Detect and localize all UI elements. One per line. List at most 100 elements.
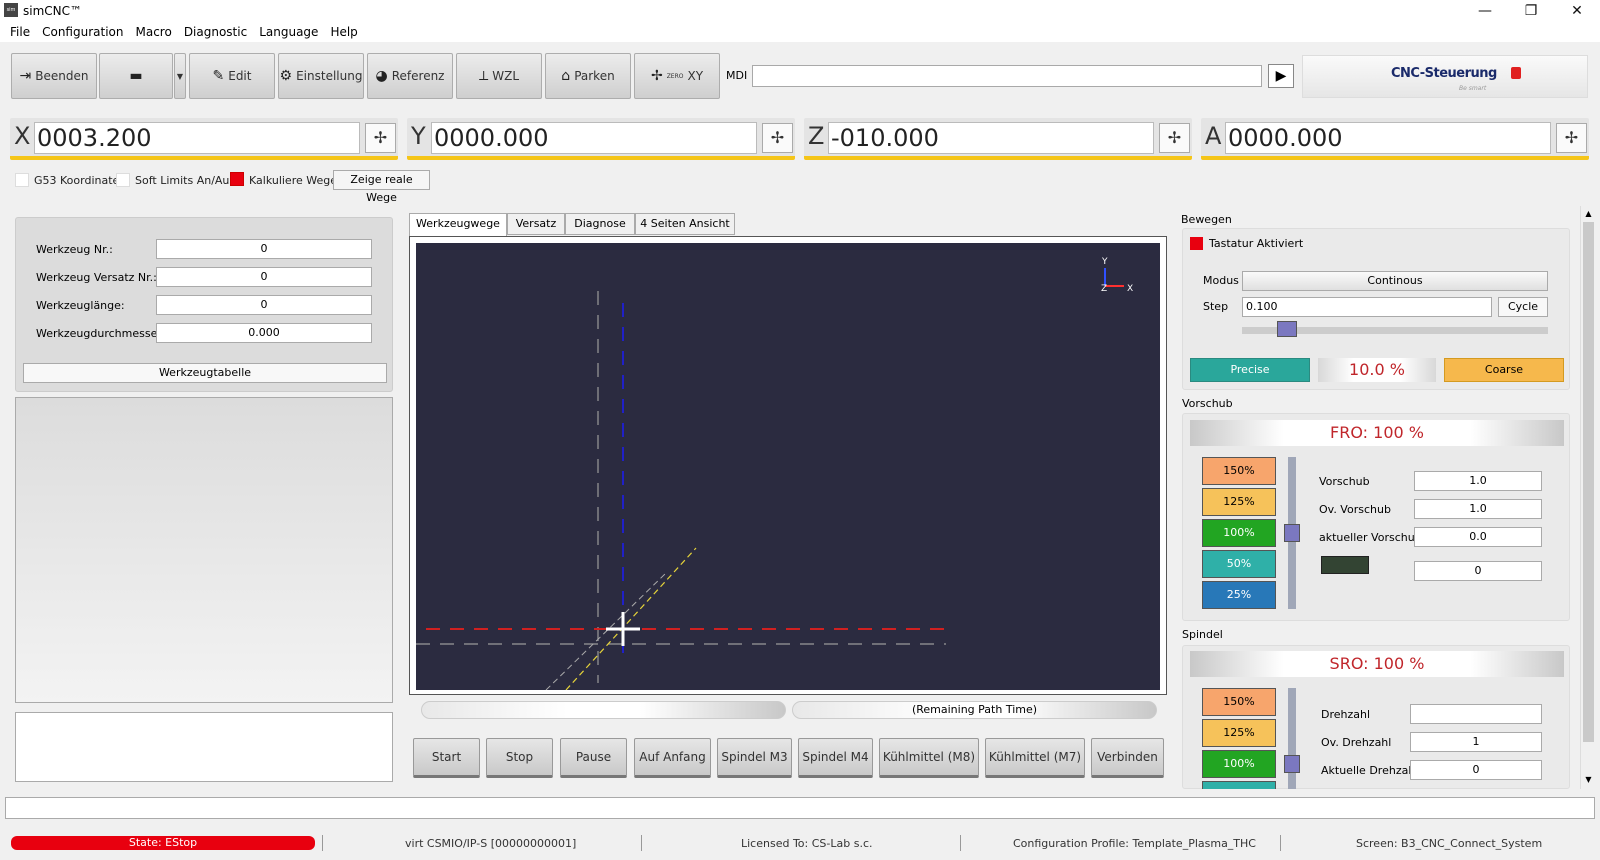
zero-z-button[interactable]: ✢	[1159, 123, 1190, 153]
tab-werkzeugwege[interactable]: Werkzeugwege	[409, 213, 507, 237]
zero-a-button[interactable]: ✢	[1556, 123, 1587, 153]
mdi-run-button[interactable]: ▶	[1268, 64, 1294, 88]
rpm-field[interactable]	[1410, 704, 1542, 724]
spindel-m4-button[interactable]: Spindel M4	[798, 738, 873, 778]
axis-x-dro: X 0003.200 ✢	[10, 118, 398, 160]
fro-slider-handle[interactable]	[1284, 524, 1300, 542]
modus-select[interactable]: Continous	[1242, 271, 1548, 291]
start-button[interactable]: Start	[413, 738, 480, 778]
tab-diagnose[interactable]: Diagnose	[565, 213, 635, 235]
sro-150-button[interactable]: 150%	[1202, 688, 1276, 716]
state-indicator: State: EStop	[11, 836, 315, 850]
tool-panel: Werkzeug Nr.: 0 Werkzeug Versatz Nr.: 0 …	[15, 217, 393, 392]
stop-button[interactable]: Stop	[486, 738, 553, 778]
edit-button[interactable]: ✎ Edit	[189, 53, 275, 99]
sro-slider-track[interactable]	[1288, 688, 1296, 789]
feed-label: Vorschub	[1319, 475, 1370, 488]
minimize-button[interactable]: —	[1462, 0, 1508, 22]
fro-125-button[interactable]: 125%	[1202, 488, 1276, 516]
menu-configuration[interactable]: Configuration	[36, 22, 129, 40]
sro-slider-handle[interactable]	[1284, 755, 1300, 773]
modus-label: Modus	[1203, 274, 1239, 287]
mdi-input[interactable]	[752, 65, 1262, 87]
feed-extra-field[interactable]: 0	[1414, 561, 1542, 581]
app-logo: sim CNC	[4, 3, 18, 27]
menu-macro[interactable]: Macro	[129, 22, 177, 40]
einstellung-button[interactable]: ⚙ Einstellung	[278, 53, 364, 99]
keyboard-active-indicator[interactable]	[1190, 237, 1203, 250]
fro-100-button[interactable]: 100%	[1202, 519, 1276, 547]
edit-icon: ✎	[212, 68, 225, 84]
wzl-button[interactable]: ⟂ WZL	[456, 53, 542, 99]
menu-file[interactable]: File	[4, 22, 36, 40]
sro-125-button[interactable]: 125%	[1202, 719, 1276, 747]
pause-button[interactable]: Pause	[560, 738, 627, 778]
toolbox-button[interactable]: ▬	[99, 53, 173, 99]
auf-anfang-button[interactable]: Auf Anfang	[634, 738, 711, 778]
scroll-down-icon[interactable]: ▼	[1582, 774, 1595, 786]
axis-letter: Z	[808, 122, 825, 150]
status-separator	[641, 835, 642, 851]
sro-50-button-partial[interactable]	[1202, 781, 1276, 789]
menu-help[interactable]: Help	[324, 22, 363, 40]
device-status: virt CSMIO/IP-S [00000000001]	[405, 837, 577, 850]
logo-text: CNC-Steuerung	[1391, 66, 1497, 81]
calc-paths-checkbox[interactable]	[230, 172, 244, 186]
tool-number-field[interactable]: 0	[156, 239, 372, 259]
axis-z-dro: Z -010.000 ✢	[804, 118, 1192, 160]
axis-y-value[interactable]: 0000.000	[431, 122, 757, 154]
axis-a-value[interactable]: 0000.000	[1225, 122, 1551, 154]
tool-offset-field[interactable]: 0	[156, 267, 372, 287]
scrollbar-thumb[interactable]	[1583, 222, 1594, 742]
zero-axis-icon: ✢	[373, 128, 388, 147]
toolpath-viewport-frame: Y Z X	[409, 236, 1167, 695]
ov-feed-field[interactable]: 1.0	[1414, 499, 1542, 519]
ov-rpm-field[interactable]: 1	[1410, 732, 1542, 752]
show-real-paths-button[interactable]: Zeige reale Wege	[333, 170, 430, 204]
tool-length-field[interactable]: 0	[156, 295, 372, 315]
fro-50-button[interactable]: 50%	[1202, 550, 1276, 578]
menu-diagnostic[interactable]: Diagnostic	[178, 22, 253, 40]
soft-limits-checkbox[interactable]	[116, 173, 130, 187]
zero-y-button[interactable]: ✢	[762, 123, 793, 153]
tool-diameter-field[interactable]: 0.000	[156, 323, 372, 343]
feed-field[interactable]: 1.0	[1414, 471, 1542, 491]
gizmo-z-label: Z	[1101, 284, 1107, 294]
referenz-button[interactable]: ◕ Referenz	[367, 53, 453, 99]
fro-150-button[interactable]: 150%	[1202, 457, 1276, 485]
axis-z-value[interactable]: -010.000	[828, 122, 1154, 154]
precise-button[interactable]: Precise	[1190, 358, 1310, 382]
tool-table-button[interactable]: Werkzeugtabelle	[23, 363, 387, 383]
g53-checkbox[interactable]	[15, 173, 29, 187]
right-panel-scrollbar[interactable]: ▲ ▼	[1580, 206, 1596, 789]
verbinden-button[interactable]: Verbinden	[1091, 738, 1164, 778]
step-input[interactable]: 0.100	[1242, 297, 1492, 317]
parken-button[interactable]: ⌂ Parken	[545, 53, 631, 99]
tab-versatz[interactable]: Versatz	[507, 213, 565, 235]
axis-x-value[interactable]: 0003.200	[34, 122, 360, 154]
zero-x-button[interactable]: ✢	[365, 123, 396, 153]
tab-4-seiten-ansicht[interactable]: 4 Seiten Ansicht	[635, 213, 735, 235]
kuehlmittel-m7-button[interactable]: Kühlmittel (M7)	[985, 738, 1085, 778]
fro-25-button[interactable]: 25%	[1202, 581, 1276, 609]
beenden-button[interactable]: ⇥ Beenden	[11, 53, 97, 99]
progress-bar-remaining: (Remaining Path Time)	[792, 701, 1157, 719]
coarse-button[interactable]: Coarse	[1444, 358, 1564, 382]
sro-100-button[interactable]: 100%	[1202, 750, 1276, 778]
cycle-button[interactable]: Cycle	[1498, 297, 1548, 317]
keyboard-active-label: Tastatur Aktiviert	[1209, 237, 1304, 250]
toolpath-viewport[interactable]: Y Z X	[416, 243, 1160, 691]
gear-icon: ⚙	[279, 68, 293, 84]
current-feed-field[interactable]: 0.0	[1414, 527, 1542, 547]
maximize-button[interactable]: ❐	[1508, 0, 1554, 22]
scroll-up-icon[interactable]: ▲	[1582, 208, 1595, 220]
toolbox-dropdown-button[interactable]: ▼	[174, 53, 186, 99]
play-icon: ▶	[1275, 68, 1287, 84]
close-button[interactable]: ✕	[1554, 0, 1600, 22]
zero-xy-button[interactable]: ✢ ZERO XY	[634, 53, 720, 99]
kuehlmittel-m8-button[interactable]: Kühlmittel (M8)	[879, 738, 979, 778]
step-slider-handle[interactable]	[1276, 321, 1297, 337]
menu-language[interactable]: Language	[253, 22, 324, 40]
current-rpm-field[interactable]: 0	[1410, 760, 1542, 780]
spindel-m3-button[interactable]: Spindel M3	[717, 738, 792, 778]
